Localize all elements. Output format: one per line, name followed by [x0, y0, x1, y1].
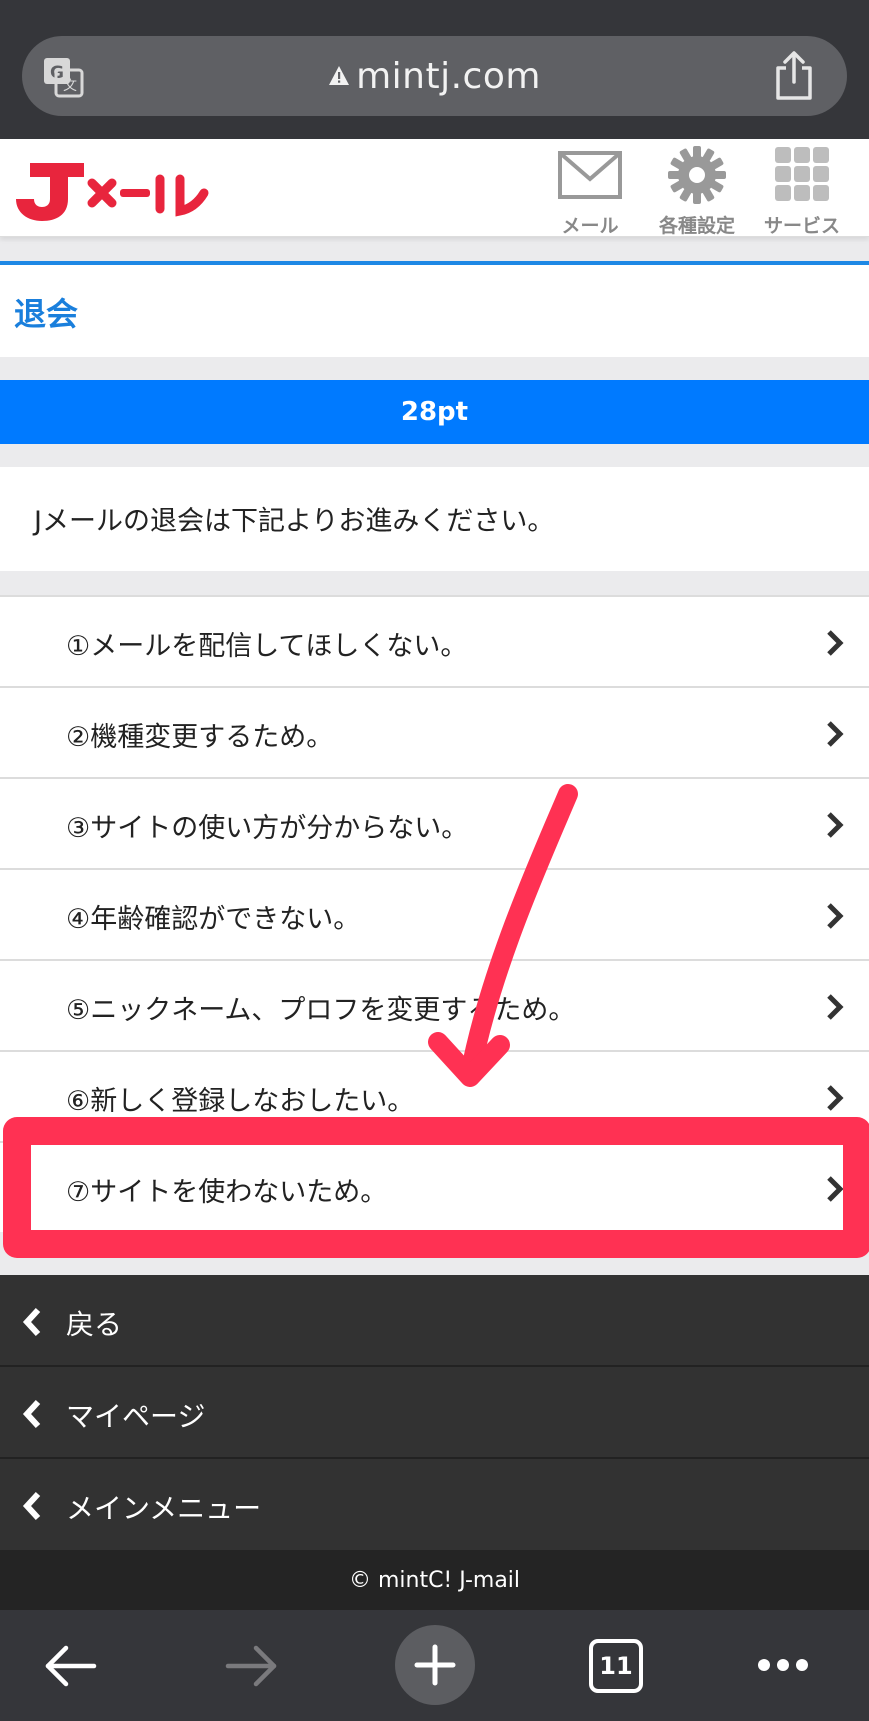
tab-count: 11 — [599, 1652, 633, 1680]
footer-mypage-label: マイページ — [66, 1400, 206, 1433]
reason-label: ③サイトの使い方が分からない。 — [66, 813, 469, 844]
site-header: メール 各種設定 サービス — [0, 139, 869, 237]
more-icon[interactable] — [756, 1656, 810, 1674]
browser-toolbar: G 文 mintj.com — [0, 0, 869, 139]
new-tab-icon[interactable] — [394, 1624, 476, 1706]
reason-label: ①メールを配信してほしくない。 — [66, 631, 468, 662]
warning-icon — [329, 66, 350, 85]
chevron-right-icon — [827, 812, 844, 838]
highlight-annotation-box — [3, 1117, 869, 1258]
url-text[interactable]: mintj.com — [356, 56, 541, 97]
footer-main-menu-label: メインメニュー — [66, 1492, 262, 1525]
nav-mail-label: メール — [561, 215, 619, 237]
nav-services[interactable]: サービス — [754, 145, 850, 238]
footer-mypage[interactable]: マイページ — [0, 1367, 869, 1459]
reason-item-2[interactable]: ②機種変更するため。 — [0, 686, 869, 777]
jmail-logo[interactable] — [12, 149, 212, 225]
points-badge: 28pt — [0, 380, 869, 444]
chevron-left-icon — [22, 1399, 41, 1429]
chevron-left-icon — [22, 1307, 41, 1337]
nav-settings-label: 各種設定 — [658, 215, 735, 237]
reason-label: ②機種変更するため。 — [66, 722, 334, 753]
reason-label: ⑥新しく登録しなおしたい。 — [66, 1086, 415, 1117]
grid-icon — [775, 147, 829, 201]
footer-nav: 戻る マイページ メインメニュー — [0, 1275, 869, 1551]
annotation-arrow — [428, 784, 578, 1087]
chevron-right-icon — [827, 903, 844, 929]
chevron-left-icon — [22, 1491, 41, 1521]
nav-settings[interactable]: 各種設定 — [649, 145, 745, 238]
nav-mail[interactable]: メール — [542, 145, 638, 238]
reason-label: ④年齢確認ができない。 — [66, 904, 361, 935]
share-icon[interactable] — [772, 50, 816, 102]
chevron-right-icon — [827, 721, 844, 747]
nav-services-label: サービス — [763, 215, 840, 237]
back-arrow-icon[interactable] — [42, 1644, 98, 1688]
intro-text: Jメールの退会は下記よりお進みください。 — [34, 506, 555, 537]
forward-arrow-icon[interactable] — [224, 1644, 280, 1688]
footer-back[interactable]: 戻る — [0, 1275, 869, 1367]
footer-main-menu[interactable]: メインメニュー — [0, 1459, 869, 1551]
page-title-bar: 退会 — [0, 265, 869, 357]
intro-box: Jメールの退会は下記よりお進みください。 — [0, 467, 869, 571]
page-title: 退会 — [14, 295, 79, 333]
copyright: © mintC! J-mail — [0, 1550, 869, 1610]
reason-item-1[interactable]: ①メールを配信してほしくない。 — [0, 595, 869, 686]
chevron-right-icon — [827, 994, 844, 1020]
browser-bottom-toolbar: 11 — [0, 1610, 869, 1721]
tab-switcher[interactable]: 11 — [589, 1639, 643, 1693]
gear-icon — [668, 146, 726, 204]
chevron-right-icon — [827, 1085, 844, 1111]
chevron-right-icon — [827, 630, 844, 656]
footer-back-label: 戻る — [66, 1308, 123, 1341]
mail-icon — [558, 151, 622, 199]
